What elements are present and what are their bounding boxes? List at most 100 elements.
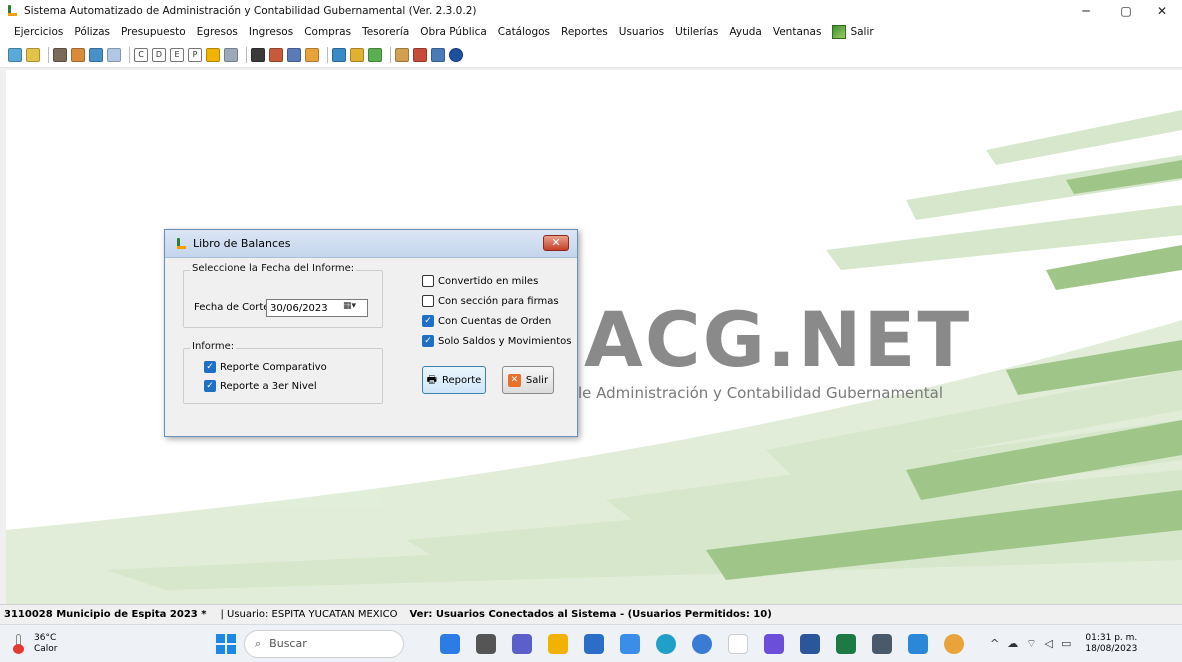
menu-ventanas[interactable]: Ventanas	[773, 26, 822, 38]
calculator-icon[interactable]	[332, 47, 346, 62]
report-group: Informe: ✓ Reporte Comparativo ✓ Reporte…	[183, 341, 383, 404]
clock[interactable]: 01:31 p. m. 18/08/2023	[1085, 633, 1137, 655]
help-icon[interactable]	[449, 47, 463, 62]
task-view-icon[interactable]	[476, 633, 496, 654]
date-group: Seleccione la Fecha del Informe: Fecha d…	[183, 263, 383, 328]
reporte-3er-nivel-checkbox[interactable]: ✓ Reporte a 3er Nivel	[204, 380, 317, 392]
search-placeholder: Buscar	[269, 637, 307, 650]
status-entity: 3110028 Municipio de Espita 2023 *	[4, 609, 207, 620]
date-picker[interactable]: 30/06/2023 ▦▾	[266, 299, 368, 317]
dialog-app-icon	[175, 237, 187, 250]
checkbox-checked-icon: ✓	[422, 335, 434, 347]
folder-icon[interactable]	[71, 47, 85, 62]
reporte-button-label: Reporte	[442, 374, 482, 386]
excel-icon[interactable]	[836, 633, 856, 654]
os-taskbar: 36°C Calor ⌕ Buscar ^☁⌔◁▭ 01:31 p. m. 18…	[0, 624, 1182, 662]
pencil-icon[interactable]	[350, 47, 364, 62]
calculator-app-icon[interactable]	[872, 633, 892, 654]
salir-button[interactable]: ✕ Salir	[502, 366, 554, 394]
close-button[interactable]: ✕	[1142, 0, 1182, 22]
printer-icon[interactable]	[53, 47, 67, 62]
saldos-movimientos-checkbox[interactable]: ✓ Solo Saldos y Movimientos	[422, 335, 571, 347]
document-icon[interactable]	[26, 47, 40, 62]
settings-icon[interactable]	[413, 47, 427, 62]
cuentas-orden-checkbox[interactable]: ✓ Con Cuentas de Orden	[422, 315, 551, 327]
windows-start-icon[interactable]	[216, 633, 236, 654]
search-icon: ⌕	[255, 636, 262, 650]
letter-e-icon[interactable]: E	[170, 47, 184, 62]
card-icon[interactable]	[89, 47, 103, 62]
clipboard-icon[interactable]	[251, 47, 265, 62]
letter-p-icon[interactable]: P	[188, 47, 202, 62]
app-sync-icon[interactable]	[908, 633, 928, 654]
checkbox-checked-icon: ✓	[204, 361, 216, 373]
convertido-miles-label: Convertido en miles	[438, 275, 539, 287]
date-value: 30/06/2023	[270, 302, 328, 314]
save-icon[interactable]	[431, 47, 445, 62]
thermometer-icon[interactable]	[12, 633, 26, 654]
menu-obra-publica[interactable]: Obra Pública	[420, 26, 487, 38]
app-logo-icon	[6, 5, 18, 17]
menu-egresos[interactable]: Egresos	[197, 26, 238, 38]
menu-compras[interactable]: Compras	[304, 26, 351, 38]
date-group-label: Seleccione la Fecha del Informe:	[190, 263, 357, 274]
menu-polizas[interactable]: Pólizas	[74, 26, 110, 38]
calendar-dropdown-icon[interactable]: ▦▾	[343, 301, 365, 315]
checkbox-unchecked-icon	[422, 275, 434, 287]
chrome-icon[interactable]	[944, 633, 964, 654]
bing-icon[interactable]	[440, 633, 460, 654]
reporte-button[interactable]: 🖶 Reporte	[422, 366, 486, 394]
maximize-button[interactable]: ▢	[1106, 0, 1146, 22]
menu-presupuesto[interactable]: Presupuesto	[121, 26, 186, 38]
teams-icon[interactable]	[512, 633, 532, 654]
menu-usuarios[interactable]: Usuarios	[619, 26, 664, 38]
menu-ayuda[interactable]: Ayuda	[729, 26, 761, 38]
help-app-icon[interactable]	[692, 633, 712, 654]
libro-balances-dialog: Libro de Balances ✕ Seleccione la Fecha …	[164, 229, 578, 437]
refresh-icon[interactable]	[8, 47, 22, 62]
status-bar: 3110028 Municipio de Espita 2023 * | Usu…	[0, 604, 1182, 624]
background-logo: ACG.NET	[584, 295, 972, 384]
box-icon[interactable]	[305, 47, 319, 62]
badge-icon[interactable]	[206, 47, 220, 62]
weather-widget[interactable]: 36°C Calor	[34, 633, 94, 655]
acg-app-icon[interactable]	[728, 633, 748, 654]
menu-reportes[interactable]: Reportes	[561, 26, 608, 38]
app-blue-icon[interactable]	[620, 633, 640, 654]
checkbox-unchecked-icon	[422, 295, 434, 307]
copilot-icon[interactable]	[764, 633, 784, 654]
clock-date: 18/08/2023	[1085, 643, 1138, 654]
dialog-close-button[interactable]: ✕	[543, 235, 569, 251]
reporte-comparativo-label: Reporte Comparativo	[220, 361, 327, 373]
word-icon[interactable]	[800, 633, 820, 654]
menu-tesoreria[interactable]: Tesorería	[362, 26, 409, 38]
chart-icon[interactable]	[269, 47, 283, 62]
date-label: Fecha de Corte:	[194, 302, 273, 313]
menu-ejercicios[interactable]: Ejercicios	[14, 26, 63, 38]
salir-button-label: Salir	[525, 374, 549, 386]
store-icon[interactable]	[584, 633, 604, 654]
file-explorer-icon[interactable]	[548, 633, 568, 654]
minimize-button[interactable]: ─	[1066, 0, 1106, 22]
tree-icon[interactable]	[395, 47, 409, 62]
tools-icon[interactable]	[224, 47, 238, 62]
grid-icon[interactable]	[107, 47, 121, 62]
checkbox-checked-icon: ✓	[422, 315, 434, 327]
edge-icon[interactable]	[656, 633, 676, 654]
reporte-comparativo-checkbox[interactable]: ✓ Reporte Comparativo	[204, 361, 327, 373]
toolbar: C D E P	[0, 42, 1182, 68]
status-connected-users[interactable]: Ver: Usuarios Conectados al Sistema - (U…	[409, 609, 771, 620]
letter-d-icon[interactable]: D	[152, 47, 166, 62]
users-icon[interactable]	[368, 47, 382, 62]
convertido-miles-checkbox[interactable]: Convertido en miles	[422, 275, 538, 287]
menu-utilerias[interactable]: Utilerías	[675, 26, 718, 38]
system-tray-icons[interactable]: ^☁⌔◁▭	[990, 637, 1079, 651]
taskbar-search-box[interactable]: ⌕ Buscar	[244, 629, 404, 658]
menu-ingresos[interactable]: Ingresos	[249, 26, 293, 38]
menu-salir[interactable]: Salir	[832, 25, 874, 39]
truck-icon[interactable]	[287, 47, 301, 62]
seccion-firmas-checkbox[interactable]: Con sección para firmas	[422, 295, 559, 307]
letter-c-icon[interactable]: C	[134, 47, 148, 62]
menu-catalogos[interactable]: Catálogos	[498, 26, 550, 38]
exit-icon	[832, 25, 847, 39]
